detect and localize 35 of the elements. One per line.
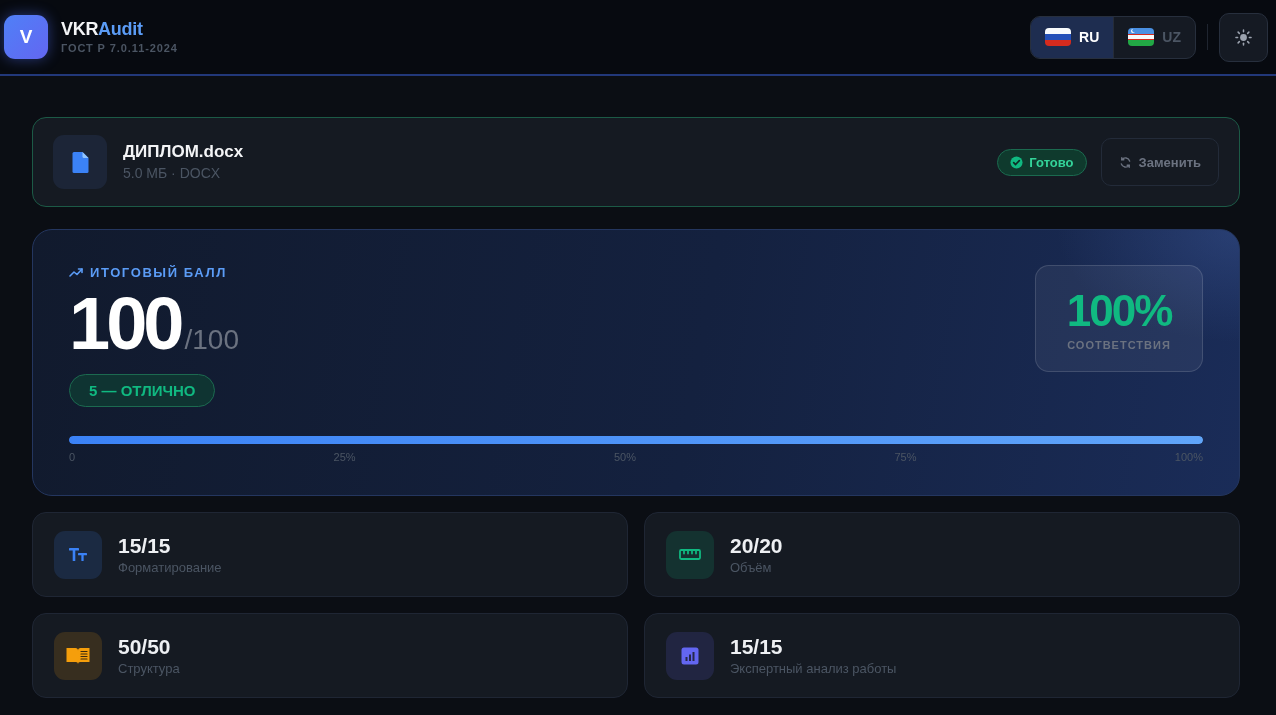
category-score: 15/15 bbox=[730, 634, 784, 659]
file-name: ДИПЛОМ.docx bbox=[123, 142, 244, 162]
ruler-icon bbox=[666, 530, 714, 579]
flag-icon bbox=[1128, 28, 1155, 46]
score-label: ИТОГОВЫЙ БАЛЛ bbox=[90, 264, 227, 280]
category-score: 50/50 bbox=[118, 634, 172, 659]
bar-chart-icon bbox=[666, 631, 714, 680]
status-text: Готово bbox=[1029, 154, 1074, 170]
sun-icon bbox=[1235, 28, 1252, 46]
category-label: Структура bbox=[118, 661, 180, 677]
app-logo: V bbox=[4, 15, 48, 59]
document-icon bbox=[53, 135, 107, 189]
refresh-icon bbox=[1118, 155, 1132, 169]
language-tab[interactable]: UZ bbox=[1113, 16, 1195, 58]
language-tab[interactable]: RU bbox=[1031, 16, 1114, 58]
category-label: Объём bbox=[730, 560, 773, 576]
file-meta: 5.0 МБ · DOCX bbox=[123, 165, 222, 182]
compliance-label: СООТВЕТСТВИЯ bbox=[1067, 338, 1171, 351]
compliance-value: 100% bbox=[1066, 286, 1172, 335]
text-size-icon bbox=[54, 530, 102, 579]
category-score: 20/20 bbox=[730, 533, 783, 558]
app-title: VKRAudit bbox=[61, 19, 144, 40]
replace-button[interactable]: Заменить bbox=[1100, 138, 1219, 186]
category-score: 15/15 bbox=[118, 533, 172, 558]
grade-pill: 5 — ОТЛИЧНО bbox=[69, 374, 216, 407]
score-max: /100 bbox=[184, 324, 239, 356]
check-circle-icon bbox=[1010, 155, 1024, 169]
score-value: 100 bbox=[69, 287, 181, 361]
category-label: Экспертный анализ работы bbox=[730, 661, 897, 677]
category-label: Форматирование bbox=[118, 560, 222, 576]
open-book-icon bbox=[54, 631, 102, 680]
flag-icon bbox=[1045, 28, 1072, 46]
app-subtitle: ГОСТ Р 7.0.11-2024 bbox=[61, 41, 178, 55]
trend-up-icon bbox=[69, 267, 83, 277]
theme-toggle-button[interactable] bbox=[1219, 12, 1268, 62]
